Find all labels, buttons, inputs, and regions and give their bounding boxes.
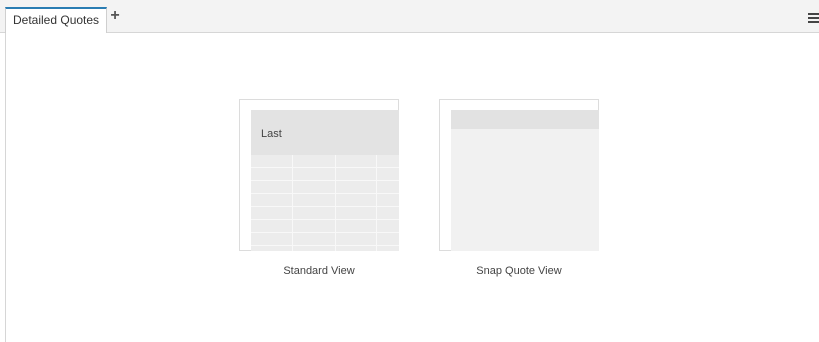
preview-grid: [251, 155, 399, 251]
grid-line: [292, 155, 293, 251]
content-left-border: [5, 33, 6, 342]
tab-bar: Detailed Quotes +: [0, 0, 819, 33]
standard-view-preview: Last: [251, 110, 399, 251]
hamburger-menu-icon[interactable]: [808, 13, 819, 23]
snap-quote-view-card[interactable]: [439, 99, 599, 251]
workspace-frame: Detailed Quotes + Last Standard View Sna…: [0, 0, 819, 342]
plus-icon[interactable]: +: [108, 8, 122, 24]
standard-view-label[interactable]: Standard View: [239, 265, 399, 277]
snap-quote-view-preview: [451, 110, 599, 251]
grid-line: [335, 155, 336, 251]
snap-quote-view-label[interactable]: Snap Quote View: [439, 265, 599, 277]
standard-view-card[interactable]: Last: [239, 99, 399, 251]
preview-header-label: Last: [261, 128, 282, 140]
preview-header: [451, 110, 599, 129]
preview-header: Last: [251, 110, 399, 155]
tab-detailed-quotes[interactable]: Detailed Quotes: [5, 7, 108, 33]
grid-line: [376, 155, 377, 251]
tab-label: Detailed Quotes: [13, 13, 100, 27]
